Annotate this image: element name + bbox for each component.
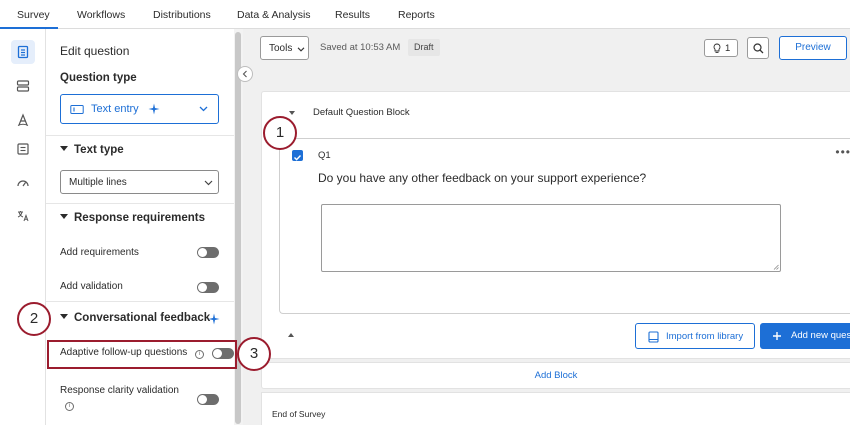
more-options-icon[interactable]: •••: [835, 145, 850, 159]
divider: [46, 203, 234, 204]
question-checkbox[interactable]: [292, 150, 303, 161]
dashboard-icon[interactable]: [11, 171, 35, 195]
app-root: Survey Workflows Distributions Data & An…: [0, 0, 850, 425]
lightbulb-icon: [713, 43, 721, 53]
response-requirements-heading-label: Response requirements: [74, 212, 206, 224]
tools-button[interactable]: Tools: [260, 36, 309, 60]
add-new-question-button[interactable]: Add new question: [760, 323, 850, 349]
add-validation-toggle[interactable]: [197, 282, 219, 293]
text-type-select[interactable]: Multiple lines: [60, 170, 219, 194]
tool-rail: [0, 29, 46, 425]
caret-down-icon: [60, 146, 68, 151]
plus-icon: [773, 332, 781, 340]
question-type-value: Text entry: [91, 103, 139, 115]
response-requirements-heading[interactable]: Response requirements: [60, 212, 205, 224]
chevron-left-icon: [242, 70, 247, 78]
text-entry-icon: [70, 105, 84, 114]
saved-status: Saved at 10:53 AM: [320, 42, 401, 53]
response-clarity-label: Response clarity validation: [60, 385, 179, 396]
question-text[interactable]: Do you have any other feedback on your s…: [318, 171, 646, 185]
collapse-panel-button[interactable]: [237, 66, 253, 82]
question-card[interactable]: Q1 ••• Do you have any other feedback on…: [279, 138, 850, 314]
question-number: Q1: [318, 150, 331, 161]
tab-survey[interactable]: Survey: [17, 9, 50, 21]
tools-label: Tools: [269, 43, 293, 54]
draft-badge: Draft: [408, 39, 440, 56]
chevron-down-icon: [199, 106, 208, 112]
import-label: Import from library: [666, 331, 744, 342]
panel-title: Edit question: [60, 44, 130, 58]
conversational-feedback-heading-label: Conversational feedback: [74, 312, 211, 324]
callout-3: 3: [237, 337, 271, 371]
tab-reports[interactable]: Reports: [398, 9, 435, 21]
response-clarity-toggle[interactable]: [197, 394, 219, 405]
check-icon: [294, 155, 302, 161]
question-block: Default Question Block Q1 ••• Do you hav…: [261, 91, 850, 359]
end-of-survey[interactable]: End of Survey: [261, 392, 850, 425]
survey-options-icon[interactable]: [11, 137, 35, 161]
tab-workflows[interactable]: Workflows: [77, 9, 125, 21]
resize-handle-icon[interactable]: [773, 264, 779, 270]
tab-distributions[interactable]: Distributions: [153, 9, 211, 21]
question-type-label: Question type: [60, 72, 137, 84]
add-requirements-toggle[interactable]: [197, 247, 219, 258]
callout-2: 2: [17, 302, 51, 336]
chevron-down-icon: [204, 180, 213, 186]
end-of-survey-label: End of Survey: [272, 409, 326, 419]
text-type-value: Multiple lines: [69, 177, 127, 188]
survey-flow-icon[interactable]: [11, 40, 35, 64]
add-block-button[interactable]: Add Block: [261, 362, 850, 389]
caret-down-icon: [60, 314, 68, 319]
tab-results[interactable]: Results: [335, 9, 370, 21]
survey-canvas: Tools Saved at 10:53 AM Draft 1 Preview …: [243, 29, 850, 425]
conversational-feedback-heading[interactable]: Conversational feedback: [60, 312, 210, 324]
divider: [46, 135, 234, 136]
question-type-select[interactable]: Text entry: [60, 94, 219, 124]
text-type-heading-label: Text type: [74, 144, 124, 156]
look-and-feel-icon[interactable]: [11, 108, 35, 132]
caret-up-icon[interactable]: [288, 333, 294, 337]
ai-sparkle-icon: [148, 103, 160, 115]
info-icon[interactable]: i: [65, 402, 74, 411]
ai-sparkle-icon: [208, 313, 220, 325]
notes-button[interactable]: 1: [704, 39, 738, 57]
collapse-block-icon[interactable]: [289, 111, 295, 115]
import-from-library-button[interactable]: Import from library: [635, 323, 755, 349]
caret-down-icon: [60, 214, 68, 219]
canvas-toolbar: Tools Saved at 10:53 AM Draft 1 Preview: [243, 29, 850, 65]
divider: [46, 301, 234, 302]
chevron-down-icon: [297, 47, 305, 52]
search-icon: [752, 42, 763, 53]
callout-1: 1: [263, 116, 297, 150]
tab-data-analysis[interactable]: Data & Analysis: [237, 9, 311, 21]
add-validation-label: Add validation: [60, 281, 123, 292]
add-new-question-label: Add new question: [791, 330, 850, 341]
adaptive-followup-highlight: [47, 340, 237, 369]
top-nav: Survey Workflows Distributions Data & An…: [0, 0, 850, 29]
blocks-icon[interactable]: [11, 74, 35, 98]
block-title[interactable]: Default Question Block: [313, 107, 410, 118]
search-button[interactable]: [747, 37, 769, 59]
preview-button[interactable]: Preview: [779, 36, 847, 60]
text-type-heading[interactable]: Text type: [60, 144, 124, 156]
text-entry-box[interactable]: [321, 204, 781, 272]
translate-icon[interactable]: [11, 204, 35, 228]
add-requirements-label: Add requirements: [60, 247, 139, 258]
notes-count: 1: [725, 43, 731, 54]
library-icon: [648, 331, 659, 343]
